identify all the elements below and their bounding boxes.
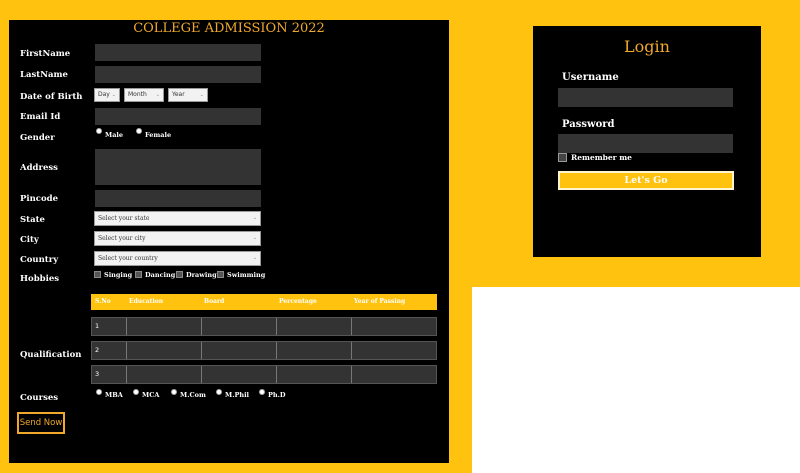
- cell-divider: [126, 342, 127, 359]
- cell-divider: [276, 342, 277, 359]
- hobby-drawing-label: Drawing: [186, 271, 217, 279]
- gender-female-label: Female: [145, 131, 172, 139]
- col-header-education: Education: [129, 298, 164, 305]
- qualification-row[interactable]: 2: [91, 341, 437, 360]
- dob-year-value: Year: [172, 91, 185, 98]
- label-lastname: LastName: [20, 70, 68, 80]
- cell-divider: [201, 318, 202, 335]
- lastname-input[interactable]: [95, 66, 261, 83]
- password-input[interactable]: [558, 134, 733, 153]
- cell-divider: [276, 318, 277, 335]
- gender-male-label: Male: [105, 131, 124, 139]
- gender-male-radio[interactable]: [96, 128, 102, 134]
- chevron-down-icon: ⌄: [252, 255, 257, 261]
- send-now-button[interactable]: Send Now: [17, 412, 65, 434]
- username-input[interactable]: [558, 88, 733, 107]
- chevron-down-icon: ⌄: [199, 92, 204, 98]
- form-title: COLLEGE ADMISSION 2022: [133, 21, 325, 36]
- gender-female-radio[interactable]: [136, 128, 142, 134]
- col-header-board: Board: [204, 298, 225, 305]
- row-number: 3: [95, 370, 100, 378]
- hobby-singing-checkbox[interactable]: [94, 271, 101, 278]
- password-label: Password: [562, 119, 615, 130]
- country-select-value: Select your country: [98, 255, 158, 262]
- course-mcom-label: M.Com: [180, 391, 206, 399]
- hobby-swimming-label: Swimming: [227, 271, 266, 279]
- label-gender: Gender: [20, 133, 55, 143]
- username-label: Username: [562, 72, 619, 83]
- dob-month-select[interactable]: Month ⌄: [124, 88, 164, 102]
- label-pincode: Pincode: [20, 194, 58, 204]
- label-email: Email Id: [20, 112, 61, 122]
- hobby-singing-label: Singing: [104, 271, 133, 279]
- chevron-down-icon: ⌄: [252, 235, 257, 241]
- login-panel: Login Username Password Remember me Let'…: [533, 26, 761, 257]
- col-header-year: Year of Passing: [354, 298, 406, 305]
- dob-month-value: Month: [128, 91, 147, 98]
- state-select-value: Select your state: [98, 215, 150, 222]
- course-phd-radio[interactable]: [259, 389, 265, 395]
- col-header-percentage: Percentage: [279, 298, 317, 305]
- label-firstname: FirstName: [20, 49, 71, 59]
- label-city: City: [20, 235, 39, 245]
- hobby-dancing-checkbox[interactable]: [135, 271, 142, 278]
- chevron-down-icon: ⌄: [155, 92, 160, 98]
- label-dob: Date of Birth: [20, 92, 83, 102]
- pincode-input[interactable]: [95, 190, 261, 207]
- cell-divider: [276, 366, 277, 383]
- cell-divider: [201, 342, 202, 359]
- city-select-value: Select your city: [98, 235, 146, 242]
- state-select[interactable]: Select your state ⌄: [94, 211, 261, 226]
- label-address: Address: [20, 163, 58, 173]
- hobby-dancing-label: Dancing: [145, 271, 176, 279]
- address-textarea[interactable]: [95, 149, 261, 185]
- course-mca-label: MCA: [142, 391, 160, 399]
- cell-divider: [201, 366, 202, 383]
- course-mphil-radio[interactable]: [216, 389, 222, 395]
- course-mba-radio[interactable]: [96, 389, 102, 395]
- course-mcom-radio[interactable]: [171, 389, 177, 395]
- label-courses: Courses: [20, 393, 59, 403]
- dob-day-select[interactable]: Day ⌄: [94, 88, 120, 102]
- row-number: 2: [95, 346, 100, 354]
- label-state: State: [20, 215, 45, 225]
- course-mca-radio[interactable]: [133, 389, 139, 395]
- remember-me-checkbox[interactable]: [558, 153, 567, 162]
- course-mba-label: MBA: [105, 391, 123, 399]
- qualification-table-header: S.No Education Board Percentage Year of …: [91, 294, 437, 310]
- chevron-down-icon: ⌄: [252, 215, 257, 221]
- cell-divider: [351, 342, 352, 359]
- cell-divider: [126, 366, 127, 383]
- cell-divider: [126, 318, 127, 335]
- admission-form: COLLEGE ADMISSION 2022 FirstName LastNam…: [9, 20, 449, 463]
- course-mphil-label: M.Phil: [225, 391, 250, 399]
- label-qualification: Qualification: [20, 350, 82, 360]
- city-select[interactable]: Select your city ⌄: [94, 231, 261, 246]
- login-title: Login: [624, 37, 670, 56]
- qualification-row[interactable]: 1: [91, 317, 437, 336]
- row-number: 1: [95, 322, 100, 330]
- qualification-row[interactable]: 3: [91, 365, 437, 384]
- course-phd-label: Ph.D: [268, 391, 286, 399]
- lets-go-button[interactable]: Let's Go: [558, 171, 734, 190]
- hobby-drawing-checkbox[interactable]: [176, 271, 183, 278]
- country-select[interactable]: Select your country ⌄: [94, 251, 261, 266]
- email-input[interactable]: [95, 108, 261, 125]
- dob-day-value: Day: [98, 91, 110, 98]
- cell-divider: [351, 318, 352, 335]
- label-country: Country: [20, 255, 59, 265]
- label-hobbies: Hobbies: [20, 274, 60, 284]
- cell-divider: [351, 366, 352, 383]
- col-header-sno: S.No: [95, 298, 111, 305]
- dob-year-select[interactable]: Year ⌄: [168, 88, 208, 102]
- chevron-down-icon: ⌄: [111, 92, 116, 98]
- remember-me-label: Remember me: [571, 153, 632, 162]
- hobby-swimming-checkbox[interactable]: [217, 271, 224, 278]
- firstname-input[interactable]: [95, 44, 261, 61]
